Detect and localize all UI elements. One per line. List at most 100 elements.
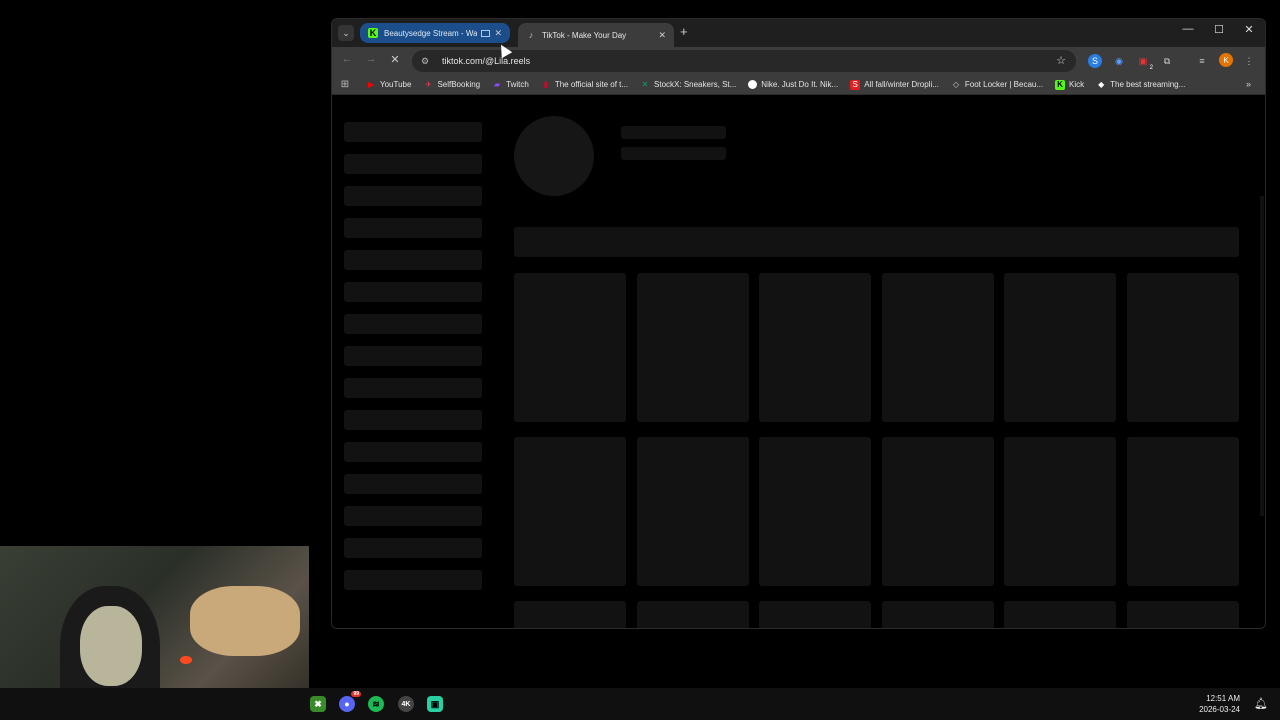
sidebar-skeleton-item xyxy=(344,474,482,494)
selfbooking-icon: ✈ xyxy=(425,80,432,89)
close-tab-icon[interactable]: ✕ xyxy=(494,28,502,39)
site-info-icon[interactable]: ⚙ xyxy=(418,54,432,68)
bookmark-twitch[interactable]: ▰ Twitch xyxy=(492,80,529,90)
close-tab-icon[interactable]: ✕ xyxy=(658,30,666,41)
sidebar-skeleton-item xyxy=(344,186,482,206)
tab-tiktok[interactable]: ♪ TikTok - Make Your Day ✕ xyxy=(518,23,674,47)
tab-search-icon[interactable]: ⌄ xyxy=(338,25,354,41)
media-control-icon[interactable]: ≡ xyxy=(1195,54,1209,68)
more-bookmarks-icon[interactable]: » xyxy=(1246,79,1251,89)
url-text[interactable]: tiktok.com/@Lila.reels xyxy=(442,56,530,66)
extension-audio-icon[interactable]: ◉ xyxy=(1112,54,1126,68)
browser-toolbar: ← → ✕ ⚙ tiktok.com/@Lila.reels ☆ S ◉ ▣ 2 … xyxy=(332,47,1265,75)
video-thumbnail-skeleton xyxy=(882,273,994,422)
back-icon[interactable]: ← xyxy=(339,53,355,65)
discord-icon[interactable]: ● 99 xyxy=(339,691,361,712)
video-thumbnail-skeleton xyxy=(514,437,626,586)
extension-shazam-icon[interactable]: S xyxy=(1088,54,1102,68)
bookmark-streaming[interactable]: ◆ The best streaming... xyxy=(1096,80,1185,90)
page-content-loading xyxy=(332,96,1265,628)
streaming-app-icon[interactable]: ▣ xyxy=(427,696,443,712)
new-tab-icon[interactable]: + xyxy=(680,24,688,39)
maximize-icon[interactable]: ☐ xyxy=(1209,23,1229,36)
bookmark-nike[interactable]: Nike. Just Do It. Nik... xyxy=(748,80,838,89)
webcam-light xyxy=(180,656,192,664)
sidebar-skeleton-item xyxy=(344,122,482,142)
clock-time: 12:51 AM xyxy=(1206,694,1240,703)
bookmark-kick[interactable]: K Kick xyxy=(1055,79,1084,90)
bookmark-label: StockX: Sneakers, St... xyxy=(654,80,737,89)
video-thumbnail-skeleton xyxy=(1127,437,1239,586)
tiktok-icon: ♪ xyxy=(528,30,534,40)
extensions-puzzle-icon[interactable]: ⧉ xyxy=(1160,54,1174,68)
forward-icon[interactable]: → xyxy=(363,53,379,65)
bookmark-label: All fall/winter Dropli... xyxy=(864,80,939,89)
extension-badge-icon[interactable]: ▣ 2 xyxy=(1136,54,1153,72)
tab-title: TikTok - Make Your Day xyxy=(542,30,627,40)
system-clock[interactable]: 12:51 AM 2026-03-24 xyxy=(1199,693,1240,715)
tab-beautysedge-stream[interactable]: K Beautysedge Stream - Wat ✕ xyxy=(360,23,510,43)
tab-title: Beautysedge Stream - Wat xyxy=(384,28,478,38)
address-bar[interactable]: ⚙ tiktok.com/@Lila.reels ☆ xyxy=(412,50,1076,72)
spotify-icon[interactable]: ≋ xyxy=(368,696,384,712)
apps-grid-icon[interactable]: ⊞ xyxy=(338,79,352,90)
bookmark-supreme[interactable]: S All fall/winter Dropli... xyxy=(850,79,939,90)
sidebar-skeleton-item xyxy=(344,346,482,366)
bookmark-label: YouTube xyxy=(380,80,412,89)
video-thumbnail-skeleton xyxy=(1004,273,1116,422)
supreme-icon: S xyxy=(850,79,861,90)
video-thumbnail-skeleton xyxy=(514,601,626,628)
webcam-background-object xyxy=(190,586,300,656)
bookmark-label: The best streaming... xyxy=(1110,80,1186,89)
bookmark-stockx[interactable]: ✕ StockX: Sneakers, St... xyxy=(640,80,737,90)
extension-badge-count: 2 xyxy=(1149,65,1153,71)
kick-icon: K xyxy=(368,28,378,38)
4k-video-icon[interactable]: 4K xyxy=(398,696,414,712)
bookmark-selfbooking[interactable]: ✈ SelfBooking xyxy=(423,80,480,90)
video-thumbnail-skeleton xyxy=(1127,273,1239,422)
video-thumbnail-skeleton xyxy=(637,437,749,586)
sidebar-skeleton-item xyxy=(344,378,482,398)
notification-bell-icon[interactable]: 🔔︎ xyxy=(1254,697,1268,710)
minimize-icon[interactable]: — xyxy=(1178,23,1198,35)
minecraft-icon[interactable]: ✖ xyxy=(310,696,326,712)
bookmarks-bar: ⊞ ▶ YouTube ✈ SelfBooking ▰ Twitch ▮ The… xyxy=(332,75,1265,95)
tab-strip: ⌄ K Beautysedge Stream - Wat ✕ ♪ TikTok … xyxy=(332,19,1265,47)
bookmark-youtube[interactable]: ▶ YouTube xyxy=(366,80,412,90)
scrollbar[interactable] xyxy=(1260,196,1264,516)
video-thumbnail-skeleton xyxy=(759,601,871,628)
taskbar: ✖ ● 99 ≋ 4K ▣ 12:51 AM 2026-03-24 🔔︎ xyxy=(0,688,1280,720)
clock-date: 2026-03-24 xyxy=(1199,705,1240,714)
avatar-skeleton xyxy=(514,116,594,196)
sidebar-skeleton-item xyxy=(344,154,482,174)
video-thumbnail-skeleton xyxy=(1004,601,1116,628)
sidebar-skeleton-item xyxy=(344,282,482,302)
video-thumbnail-skeleton xyxy=(759,273,871,422)
notification-badge: 99 xyxy=(351,691,361,697)
bookmark-star-icon[interactable]: ☆ xyxy=(1056,54,1066,67)
diamond-icon: ◆ xyxy=(1098,80,1105,89)
video-thumbnail-skeleton xyxy=(514,273,626,422)
profile-avatar[interactable]: K xyxy=(1219,53,1233,67)
browser-window: ⌄ K Beautysedge Stream - Wat ✕ ♪ TikTok … xyxy=(331,18,1266,629)
media-playing-icon[interactable] xyxy=(481,29,491,37)
sidebar-skeleton-item xyxy=(344,410,482,430)
kick-icon: K xyxy=(1055,79,1066,90)
menu-kebab-icon[interactable]: ⋮ xyxy=(1242,54,1256,68)
bookmark-label: Foot Locker | Becau... xyxy=(964,80,1044,89)
sidebar-skeleton-item xyxy=(344,506,482,526)
sidebar-skeleton-item xyxy=(344,250,482,270)
bookmark-footlocker[interactable]: ◇ Foot Locker | Becau... xyxy=(951,80,1043,90)
nickname-skeleton xyxy=(621,147,726,160)
bookmark-label: The official site of t... xyxy=(554,80,629,89)
bookmark-nba[interactable]: ▮ The official site of t... xyxy=(541,80,628,90)
youtube-icon: ▶ xyxy=(367,80,375,89)
sidebar-skeleton-item xyxy=(344,314,482,334)
stop-loading-icon[interactable]: ✕ xyxy=(387,53,403,66)
bookmark-label: Nike. Just Do It. Nik... xyxy=(761,80,839,89)
close-window-icon[interactable]: ✕ xyxy=(1239,23,1259,36)
username-skeleton xyxy=(621,126,726,139)
desktop: ⌄ K Beautysedge Stream - Wat ✕ ♪ TikTok … xyxy=(0,0,1280,720)
footlocker-icon: ◇ xyxy=(952,80,959,89)
nike-icon xyxy=(748,80,758,89)
